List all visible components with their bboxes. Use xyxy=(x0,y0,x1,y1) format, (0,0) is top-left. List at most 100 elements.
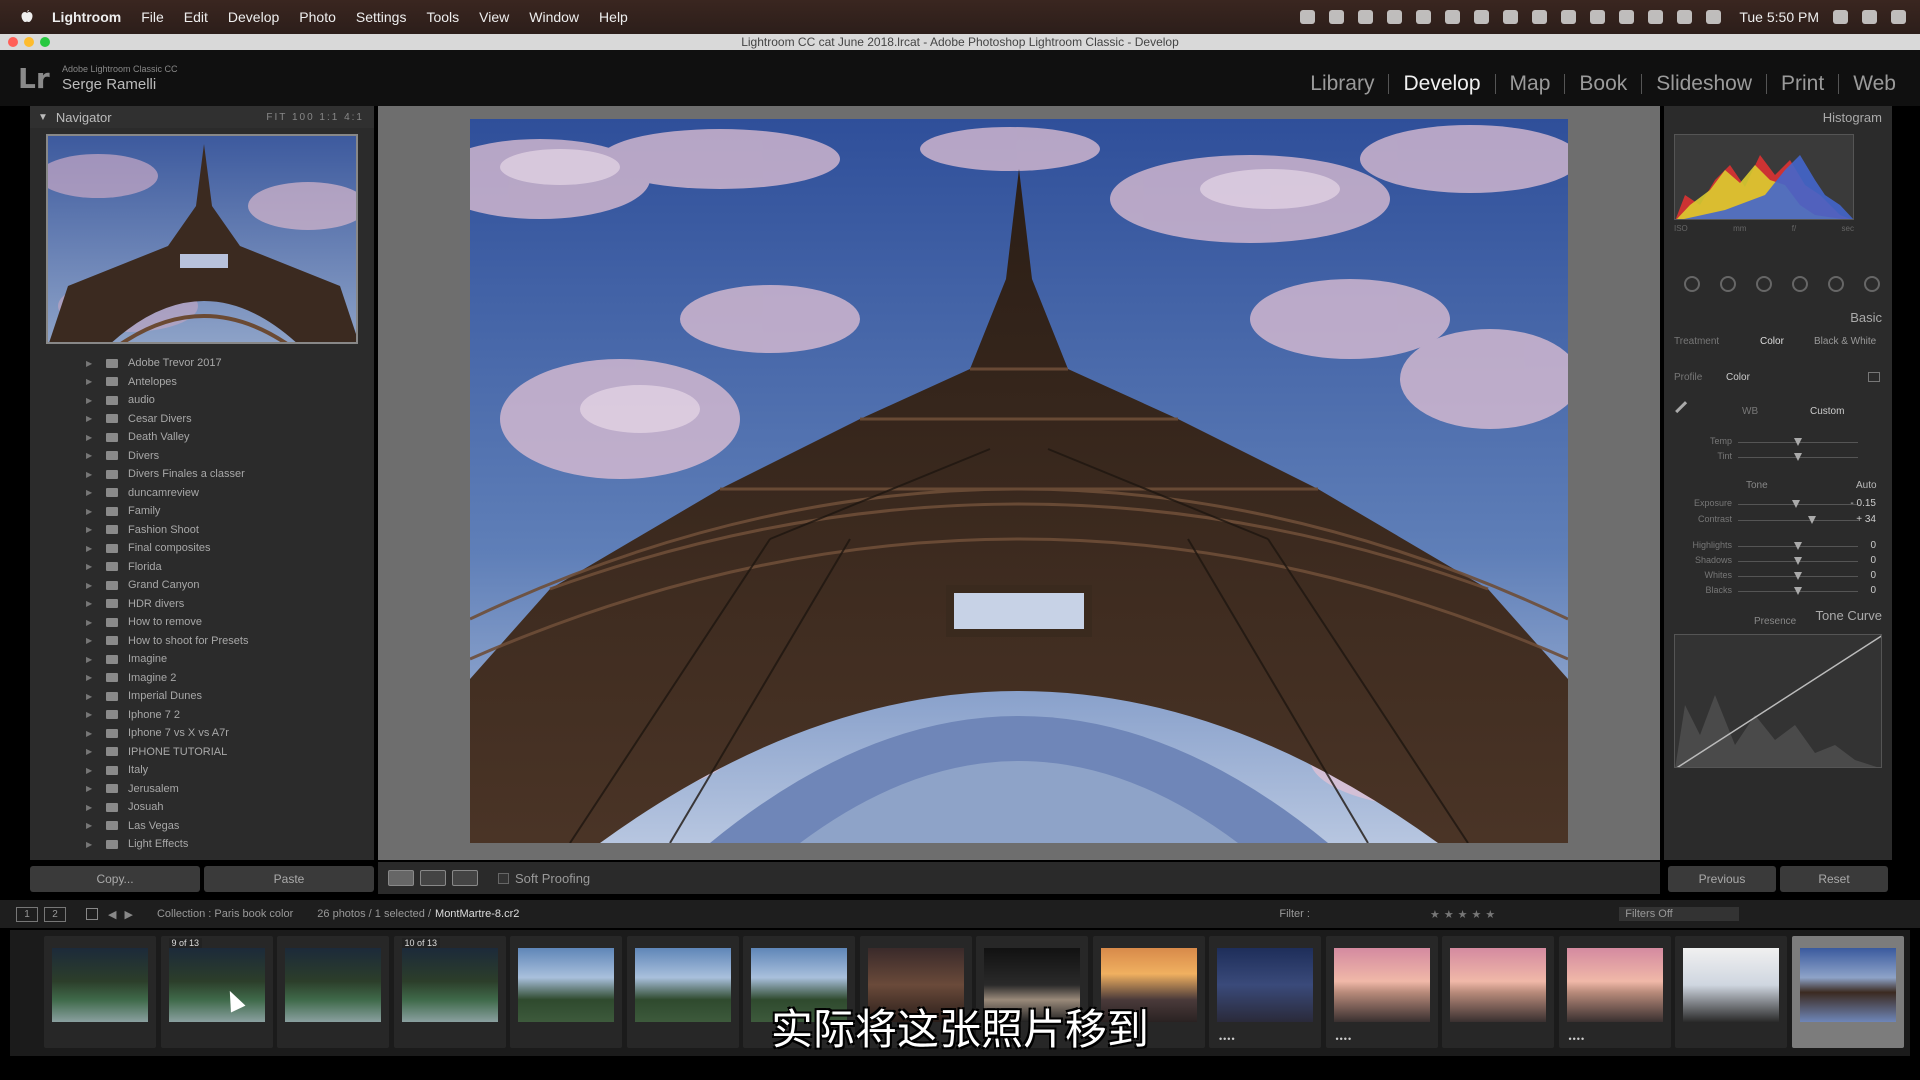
apple-icon[interactable] xyxy=(18,9,34,25)
folder-item[interactable]: ▶ audio xyxy=(30,391,374,410)
expand-triangle-icon[interactable]: ▶ xyxy=(86,544,92,553)
expand-triangle-icon[interactable]: ▶ xyxy=(86,673,92,682)
refresh-icon[interactable] xyxy=(1503,10,1519,24)
expand-triangle-icon[interactable]: ▶ xyxy=(86,562,92,571)
menu-settings[interactable]: Settings xyxy=(356,9,407,25)
stack-badge[interactable]: 10 of 13 xyxy=(401,938,441,948)
expand-triangle-icon[interactable]: ▶ xyxy=(86,451,92,460)
secondary-window-button[interactable]: 2 xyxy=(44,906,66,922)
slider-thumb[interactable] xyxy=(1794,438,1802,446)
expand-triangle-icon[interactable]: ▶ xyxy=(86,747,92,756)
wifi-icon[interactable] xyxy=(1648,10,1664,24)
time-machine-icon[interactable] xyxy=(1619,10,1635,24)
expand-triangle-icon[interactable]: ▶ xyxy=(86,729,92,738)
expand-triangle-icon[interactable]: ▶ xyxy=(86,821,92,830)
wb-preset-value[interactable]: Custom xyxy=(1810,406,1844,417)
expand-triangle-icon[interactable]: ▶ xyxy=(86,470,92,479)
airplay-icon[interactable] xyxy=(1677,10,1693,24)
expand-triangle-icon[interactable]: ▶ xyxy=(86,784,92,793)
basic-header[interactable]: Basic xyxy=(1850,310,1882,325)
expand-triangle-icon[interactable]: ▶ xyxy=(86,377,92,386)
filters-off-dropdown[interactable]: Filters Off xyxy=(1619,907,1740,921)
status-circle-icon[interactable] xyxy=(1387,10,1403,24)
slider-thumb[interactable] xyxy=(1794,557,1802,565)
folder-item[interactable]: ▶ Italy xyxy=(30,761,374,780)
expand-triangle-icon[interactable]: ▶ xyxy=(86,581,92,590)
expand-triangle-icon[interactable]: ▶ xyxy=(86,433,92,442)
menu-window[interactable]: Window xyxy=(529,9,579,25)
paste-settings-button[interactable]: Paste xyxy=(204,866,374,892)
slider-value[interactable]: 0 xyxy=(1870,585,1876,596)
menu-clock[interactable]: Tue 5:50 PM xyxy=(1739,9,1819,25)
navigator-preview[interactable] xyxy=(46,134,358,344)
treatment-color-button[interactable]: Color xyxy=(1760,336,1784,347)
zoom-window-button[interactable] xyxy=(40,37,50,47)
histogram-header[interactable]: Histogram xyxy=(1823,110,1882,125)
slider-thumb[interactable] xyxy=(1794,572,1802,580)
menu-view[interactable]: View xyxy=(479,9,509,25)
forward-arrow-icon[interactable]: ▶ xyxy=(124,908,132,921)
folder-item[interactable]: ▶ Adobe Trevor 2017 xyxy=(30,354,374,373)
menu-edit[interactable]: Edit xyxy=(184,9,208,25)
slider-thumb[interactable] xyxy=(1794,587,1802,595)
tone-curve-graph[interactable] xyxy=(1674,634,1882,768)
main-window-button[interactable]: 1 xyxy=(16,906,38,922)
folder-item[interactable]: ▶ How to shoot for Presets xyxy=(30,632,374,651)
folder-item[interactable]: ▶ Divers xyxy=(30,447,374,466)
navigator-header[interactable]: ▼ Navigator FIT 100 1:1 4:1 xyxy=(30,106,374,128)
battery-icon[interactable] xyxy=(1706,10,1722,24)
expand-triangle-icon[interactable]: ▶ xyxy=(86,414,92,423)
folder-item[interactable]: ▶ Antelopes xyxy=(30,373,374,392)
expand-triangle-icon[interactable]: ▶ xyxy=(86,488,92,497)
collection-source[interactable]: Collection : Paris book color xyxy=(157,908,293,920)
slider-value[interactable]: 0 xyxy=(1870,570,1876,581)
status-display-icon[interactable] xyxy=(1474,10,1490,24)
expand-triangle-icon[interactable]: ▶ xyxy=(86,507,92,516)
module-print[interactable]: Print xyxy=(1767,72,1838,96)
slider-thumb[interactable] xyxy=(1791,500,1800,508)
close-window-button[interactable] xyxy=(8,37,18,47)
expand-triangle-icon[interactable]: ▶ xyxy=(86,396,92,405)
grid-view-icon[interactable] xyxy=(86,908,98,920)
folder-item[interactable]: ▶ HDR divers xyxy=(30,595,374,614)
collapse-triangle-icon[interactable]: ▼ xyxy=(38,112,48,123)
folder-item[interactable]: ▶ Imagine xyxy=(30,650,374,669)
radial-filter-icon[interactable] xyxy=(1828,276,1844,292)
expand-triangle-icon[interactable]: ▶ xyxy=(86,618,92,627)
slider-thumb[interactable] xyxy=(1808,516,1817,524)
red-eye-icon[interactable] xyxy=(1756,276,1772,292)
spotlight-search-icon[interactable] xyxy=(1833,10,1848,24)
notification-center-icon[interactable] xyxy=(1891,10,1906,24)
status-app-icon[interactable] xyxy=(1300,10,1316,24)
stack-badge[interactable]: 9 of 13 xyxy=(168,938,203,948)
wb-eyedropper-icon[interactable] xyxy=(1675,401,1695,421)
navigator-zoom-options[interactable]: FIT 100 1:1 4:1 xyxy=(266,112,364,123)
image-canvas[interactable] xyxy=(378,106,1660,860)
folder-item[interactable]: ▶ Cesar Divers xyxy=(30,410,374,429)
module-web[interactable]: Web xyxy=(1839,72,1910,96)
folder-item[interactable]: ▶ Josuah xyxy=(30,798,374,817)
expand-triangle-icon[interactable]: ▶ xyxy=(86,359,92,368)
slider-track[interactable] xyxy=(1738,520,1858,521)
loupe-view-icon[interactable] xyxy=(388,870,414,886)
cloud-icon[interactable] xyxy=(1358,10,1374,24)
expand-triangle-icon[interactable]: ▶ xyxy=(86,692,92,701)
folder-item[interactable]: ▶ IPHONE TUTORIAL xyxy=(30,743,374,762)
dropbox-icon[interactable] xyxy=(1416,10,1432,24)
soft-proofing-checkbox[interactable] xyxy=(498,872,509,884)
expand-triangle-icon[interactable]: ▶ xyxy=(86,803,92,812)
folder-item[interactable]: ▶ Family xyxy=(30,502,374,521)
profile-browser-icon[interactable] xyxy=(1868,372,1880,382)
expand-triangle-icon[interactable]: ▶ xyxy=(86,655,92,664)
module-slideshow[interactable]: Slideshow xyxy=(1642,72,1766,96)
slider-thumb[interactable] xyxy=(1794,542,1802,550)
selected-filename[interactable]: MontMartre-8.cr2 xyxy=(435,908,519,920)
slider-value[interactable]: + 34 xyxy=(1856,514,1876,525)
expand-triangle-icon[interactable]: ▶ xyxy=(86,599,92,608)
folder-item[interactable]: ▶ Fashion Shoot xyxy=(30,521,374,540)
module-map[interactable]: Map xyxy=(1496,72,1565,96)
folder-item[interactable]: ▶ Las Vegas xyxy=(30,817,374,836)
expand-triangle-icon[interactable]: ▶ xyxy=(86,840,92,849)
before-after-swap-icon[interactable] xyxy=(452,870,478,886)
menu-app-name[interactable]: Lightroom xyxy=(52,9,121,25)
